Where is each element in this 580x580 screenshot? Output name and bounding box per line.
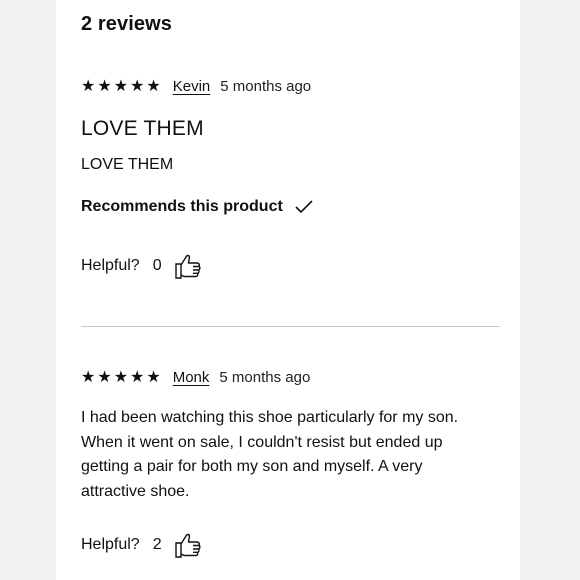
helpful-count: 0 (152, 257, 162, 274)
review-divider (81, 326, 500, 327)
review-timestamp: 5 months ago (220, 77, 312, 95)
helpful-label: Helpful? (81, 536, 140, 553)
review-title: LOVE THEM (81, 117, 204, 140)
reviewer-name-link[interactable]: Monk (173, 369, 210, 386)
helpful-row: Helpful? 2 (81, 530, 202, 560)
review-meta: ★★★★★ Kevin 5 months ago (81, 76, 311, 96)
star-rating: ★★★★★ (81, 369, 163, 386)
recommends-badge: Recommends this product (81, 198, 313, 216)
check-icon (295, 200, 313, 214)
review-body: LOVE THEM (81, 156, 174, 173)
reviews-panel: 2 reviews ★★★★★ Kevin 5 months ago LOVE … (56, 0, 520, 580)
helpful-label: Helpful? (81, 257, 140, 274)
helpful-row: Helpful? 0 (81, 251, 202, 281)
review-meta: ★★★★★ Monk 5 months ago (81, 367, 310, 387)
reviews-count-heading: 2 reviews (81, 13, 172, 35)
review-body: I had been watching this shoe particular… (81, 409, 459, 500)
thumbs-up-icon[interactable] (174, 531, 202, 559)
review-timestamp: 5 months ago (219, 368, 311, 386)
thumbs-up-icon[interactable] (174, 252, 202, 280)
star-rating: ★★★★★ (81, 78, 163, 95)
reviewer-name-link[interactable]: Kevin (173, 78, 211, 95)
recommends-label: Recommends this product (81, 198, 283, 215)
helpful-count: 2 (152, 536, 162, 553)
